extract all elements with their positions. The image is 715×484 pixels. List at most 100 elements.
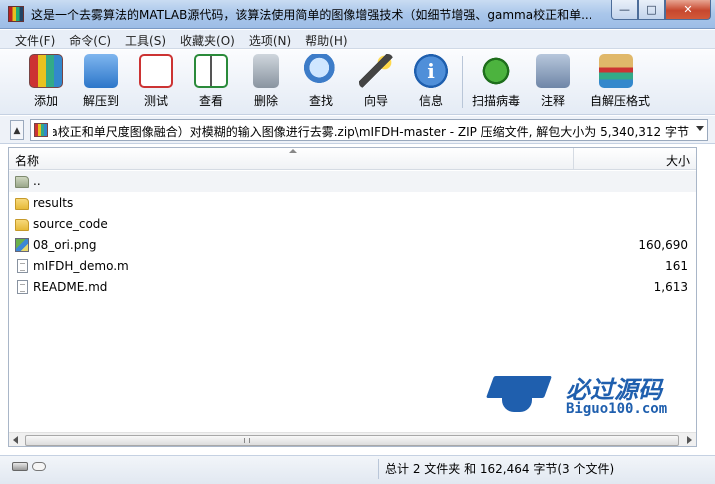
maximize-button[interactable]: □ — [638, 0, 665, 20]
comment-icon — [536, 54, 570, 88]
png-file-icon — [15, 238, 29, 252]
column-header-size[interactable]: 大小 — [575, 148, 696, 170]
status-divider — [378, 459, 379, 479]
wizard-label: 向导 — [363, 94, 388, 108]
file-name: 08_ori.png — [33, 238, 97, 252]
sfx-button[interactable]: 自解压格式 — [590, 54, 651, 110]
list-header: 名称 大小 — [9, 148, 696, 170]
scan-virus-icon — [479, 54, 513, 88]
column-size-label: 大小 — [665, 154, 690, 168]
file-name: mIFDH_demo.m — [33, 259, 129, 273]
folder-icon — [15, 219, 29, 231]
list-item[interactable]: mIFDH_demo.m 161 — [9, 256, 696, 277]
file-name: results — [33, 196, 74, 210]
scrollbar-thumb[interactable] — [25, 435, 679, 446]
menu-favorites[interactable]: 收藏夹(O) — [173, 30, 242, 48]
window-title: 这是一个去雾算法的MATLAB源代码，该算法使用简单的图像增强技术（如细节增强、… — [31, 8, 591, 22]
toolbar: 添加 解压到 测试 查看 删除 查找 向导 i 信息 扫描病毒 注释 自解压格式 — [0, 50, 715, 115]
file-name: source_code — [33, 217, 108, 231]
file-name: README.md — [33, 280, 108, 294]
address-field[interactable]: 如细节增强、gamma校正和单尺度图像融合）对模糊的输入图像进行去雾.zip\m… — [30, 119, 708, 141]
menu-options[interactable]: 选项(N) — [242, 30, 298, 48]
key-icon[interactable] — [32, 462, 46, 471]
extract-to-button[interactable]: 解压到 — [75, 54, 127, 110]
up-one-level-button[interactable]: ▲ — [10, 120, 24, 140]
list-item[interactable]: .. — [9, 171, 696, 192]
add-archive-icon — [29, 54, 63, 88]
scan-virus-button[interactable]: 扫描病毒 — [470, 54, 522, 110]
file-size: 1,613 — [653, 280, 688, 294]
find-label: 查找 — [308, 94, 333, 108]
view-icon — [194, 54, 228, 88]
menu-tools[interactable]: 工具(S) — [118, 30, 173, 48]
file-icon — [17, 280, 28, 294]
delete-icon — [253, 54, 279, 88]
wizard-button[interactable]: 向导 — [350, 54, 402, 110]
column-header-name[interactable]: 名称 — [9, 148, 574, 170]
file-size: 161 — [665, 259, 688, 273]
sfx-icon — [599, 54, 633, 88]
test-icon — [139, 54, 173, 88]
sort-ascending-icon — [289, 149, 297, 153]
file-icon — [17, 259, 28, 273]
minimize-icon: — — [619, 3, 630, 16]
test-label: 测试 — [143, 94, 168, 108]
file-name: .. — [33, 174, 41, 188]
column-name-label: 名称 — [15, 154, 40, 168]
close-icon: ✕ — [683, 3, 693, 16]
graduation-cap-icon — [485, 372, 553, 416]
address-bar: ▲ 如细节增强、gamma校正和单尺度图像融合）对模糊的输入图像进行去雾.zip… — [0, 116, 715, 144]
menu-command[interactable]: 命令(C) — [62, 30, 118, 48]
list-item[interactable]: README.md 1,613 — [9, 277, 696, 298]
view-label: 查看 — [198, 94, 223, 108]
list-item[interactable]: results — [9, 193, 696, 214]
archive-icon — [34, 123, 48, 137]
list-item[interactable]: 08_ori.png 160,690 — [9, 235, 696, 256]
window-controls: — □ ✕ — [611, 0, 711, 20]
test-button[interactable]: 测试 — [130, 54, 182, 110]
info-button[interactable]: i 信息 — [405, 54, 457, 110]
delete-label: 删除 — [253, 94, 278, 108]
add-button[interactable]: 添加 — [20, 54, 72, 110]
winrar-app-icon — [8, 6, 24, 22]
comment-button[interactable]: 注释 — [527, 54, 579, 110]
find-icon — [304, 54, 338, 88]
delete-button[interactable]: 删除 — [240, 54, 292, 110]
toolbar-separator — [462, 56, 463, 108]
drive-icon[interactable] — [12, 462, 28, 471]
scroll-left-icon[interactable] — [13, 436, 18, 444]
watermark-title: 必过源码 — [566, 376, 662, 404]
dropdown-arrow-icon[interactable] — [696, 126, 704, 131]
watermark: 必过源码 Biguo100.com — [485, 370, 686, 420]
file-size: 160,690 — [638, 238, 688, 252]
minimize-button[interactable]: — — [611, 0, 638, 20]
menu-bar: 文件(F) 命令(C) 工具(S) 收藏夹(O) 选项(N) 帮助(H) — [0, 30, 715, 49]
sfx-label: 自解压格式 — [590, 94, 651, 108]
list-item[interactable]: source_code — [9, 214, 696, 235]
title-bar[interactable]: 这是一个去雾算法的MATLAB源代码，该算法使用简单的图像增强技术（如细节增强、… — [0, 0, 715, 29]
watermark-url: Biguo100.com — [566, 401, 668, 417]
extract-to-icon — [84, 54, 118, 88]
scroll-right-icon[interactable] — [687, 436, 692, 444]
close-button[interactable]: ✕ — [665, 0, 711, 20]
add-label: 添加 — [33, 94, 58, 108]
view-button[interactable]: 查看 — [185, 54, 237, 110]
menu-help[interactable]: 帮助(H) — [298, 30, 354, 48]
menu-file[interactable]: 文件(F) — [8, 30, 62, 48]
status-bar: 总计 2 文件夹 和 162,464 字节(3 个文件) — [0, 455, 715, 484]
scan-virus-label: 扫描病毒 — [471, 94, 520, 108]
wizard-icon — [359, 54, 393, 88]
address-path: 如细节增强、gamma校正和单尺度图像融合）对模糊的输入图像进行去雾.zip\m… — [53, 125, 689, 139]
address-text: 如细节增强、gamma校正和单尺度图像融合）对模糊的输入图像进行去雾.zip\m… — [53, 123, 689, 140]
horizontal-scrollbar[interactable] — [9, 432, 696, 446]
scrollbar-grip-icon — [244, 438, 250, 443]
parent-folder-icon — [15, 176, 29, 188]
comment-label: 注释 — [540, 94, 565, 108]
folder-icon — [15, 198, 29, 210]
find-button[interactable]: 查找 — [295, 54, 347, 110]
arrow-up-icon: ▲ — [13, 126, 21, 136]
status-summary: 总计 2 文件夹 和 162,464 字节(3 个文件) — [385, 462, 615, 476]
extract-to-label: 解压到 — [82, 94, 119, 108]
info-icon: i — [414, 54, 448, 88]
info-label: 信息 — [418, 94, 443, 108]
